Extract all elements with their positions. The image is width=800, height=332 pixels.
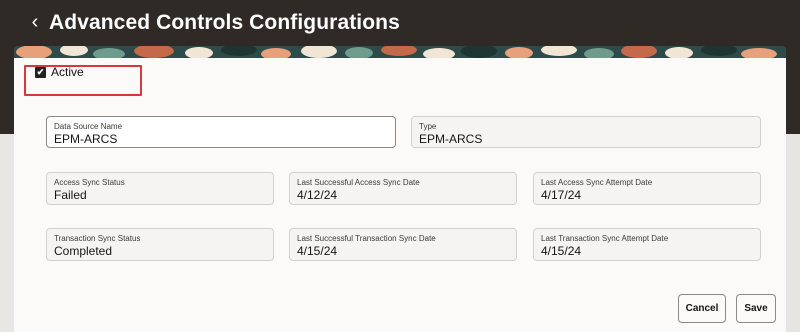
last-transaction-sync-attempt-date-field: Last Transaction Sync Attempt Date 4/15/… <box>533 228 761 261</box>
last-successful-transaction-sync-date-label: Last Successful Transaction Sync Date <box>297 234 436 243</box>
type-field: Type EPM-ARCS <box>411 116 761 148</box>
data-source-name-label: Data Source Name <box>54 122 123 131</box>
last-successful-access-sync-date-value: 4/12/24 <box>297 188 338 202</box>
last-access-sync-attempt-date-value: 4/17/24 <box>541 188 582 202</box>
type-value: EPM-ARCS <box>419 132 483 146</box>
last-transaction-sync-attempt-date-label: Last Transaction Sync Attempt Date <box>541 234 669 243</box>
form-card: ✔ Active Data Source Name EPM-ARCS Type … <box>14 58 786 332</box>
active-checkbox[interactable]: ✔ <box>35 67 46 78</box>
last-successful-transaction-sync-date-value: 4/15/24 <box>297 244 338 258</box>
last-successful-access-sync-date-label: Last Successful Access Sync Date <box>297 178 420 187</box>
page-background-right <box>786 134 800 332</box>
access-sync-status-value: Failed <box>54 188 87 202</box>
data-source-name-field[interactable]: Data Source Name EPM-ARCS <box>46 116 396 148</box>
page-title: Advanced Controls Configurations <box>49 11 400 34</box>
page-background-left <box>0 134 14 332</box>
type-label: Type <box>419 122 437 131</box>
active-label: Active <box>51 65 84 79</box>
cancel-button[interactable]: Cancel <box>678 294 726 323</box>
access-sync-status-field: Access Sync Status Failed <box>46 172 274 205</box>
last-successful-access-sync-date-field: Last Successful Access Sync Date 4/12/24 <box>289 172 517 205</box>
save-button[interactable]: Save <box>736 294 776 323</box>
data-source-name-value: EPM-ARCS <box>54 132 118 146</box>
access-sync-status-label: Access Sync Status <box>54 178 125 187</box>
transaction-sync-status-value: Completed <box>54 244 113 258</box>
last-transaction-sync-attempt-date-value: 4/15/24 <box>541 244 582 258</box>
decorative-banner <box>14 46 786 58</box>
chevron-left-icon[interactable]: ‹ <box>22 9 48 35</box>
last-access-sync-attempt-date-field: Last Access Sync Attempt Date 4/17/24 <box>533 172 761 205</box>
transaction-sync-status-label: Transaction Sync Status <box>54 234 141 243</box>
last-access-sync-attempt-date-label: Last Access Sync Attempt Date <box>541 178 653 187</box>
transaction-sync-status-field: Transaction Sync Status Completed <box>46 228 274 261</box>
last-successful-transaction-sync-date-field: Last Successful Transaction Sync Date 4/… <box>289 228 517 261</box>
